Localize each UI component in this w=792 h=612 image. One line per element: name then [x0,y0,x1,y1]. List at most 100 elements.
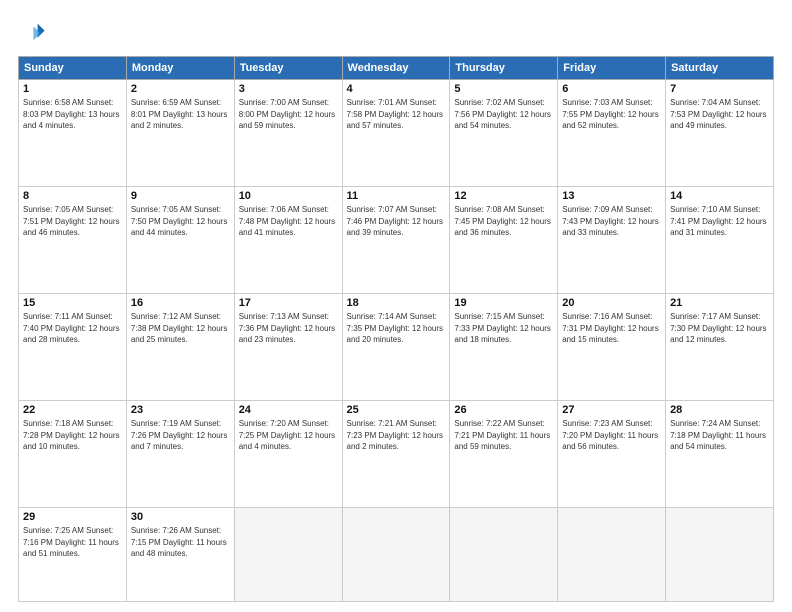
day-info: Sunrise: 7:10 AM Sunset: 7:41 PM Dayligh… [670,204,769,239]
day-info: Sunrise: 7:18 AM Sunset: 7:28 PM Dayligh… [23,418,122,453]
calendar-cell: 30 Sunrise: 7:26 AM Sunset: 7:15 PM Dayli… [126,508,234,602]
day-number: 27 [562,404,661,416]
calendar-cell: 20Sunrise: 7:16 AM Sunset: 7:31 PM Dayli… [558,294,666,401]
day-number: 28 [670,404,769,416]
day-number: 14 [670,190,769,202]
day-number: 20 [562,297,661,309]
calendar-cell: 24 Sunrise: 7:20 AM Sunset: 7:25 PM Dayli… [234,401,342,508]
calendar-header-monday: Monday [126,57,234,80]
day-number: 13 [562,190,661,202]
calendar-cell: 17 Sunrise: 7:13 AM Sunset: 7:36 PM Dayli… [234,294,342,401]
day-info: Sunrise: 7:03 AM Sunset: 7:55 PM Dayligh… [562,97,661,132]
calendar-cell [558,508,666,602]
day-number: 1 [23,83,122,95]
day-number: 10 [239,190,338,202]
day-number: 22 [23,404,122,416]
calendar-table: SundayMondayTuesdayWednesdayThursdayFrid… [18,56,774,602]
day-number: 2 [131,83,230,95]
calendar-header-sunday: Sunday [19,57,127,80]
calendar-cell: 6 Sunrise: 7:03 AM Sunset: 7:55 PM Daylig… [558,80,666,187]
calendar-cell: 27Sunrise: 7:23 AM Sunset: 7:20 PM Dayli… [558,401,666,508]
day-info: Sunrise: 7:17 AM Sunset: 7:30 PM Dayligh… [670,311,769,346]
day-info: Sunrise: 7:20 AM Sunset: 7:25 PM Dayligh… [239,418,338,453]
day-info: Sunrise: 7:02 AM Sunset: 7:56 PM Dayligh… [454,97,553,132]
day-number: 24 [239,404,338,416]
day-info: Sunrise: 7:07 AM Sunset: 7:46 PM Dayligh… [347,204,446,239]
calendar-cell: 16 Sunrise: 7:12 AM Sunset: 7:38 PM Dayli… [126,294,234,401]
day-info: Sunrise: 7:21 AM Sunset: 7:23 PM Dayligh… [347,418,446,453]
calendar-week-2: 8 Sunrise: 7:05 AM Sunset: 7:51 PM Daylig… [19,187,774,294]
logo [18,18,50,46]
day-info: Sunrise: 7:08 AM Sunset: 7:45 PM Dayligh… [454,204,553,239]
calendar-page: SundayMondayTuesdayWednesdayThursdayFrid… [0,0,792,612]
day-number: 12 [454,190,553,202]
calendar-cell: 23 Sunrise: 7:19 AM Sunset: 7:26 PM Dayli… [126,401,234,508]
calendar-cell: 11 Sunrise: 7:07 AM Sunset: 7:46 PM Dayli… [342,187,450,294]
calendar-header-wednesday: Wednesday [342,57,450,80]
calendar-cell: 12 Sunrise: 7:08 AM Sunset: 7:45 PM Dayli… [450,187,558,294]
day-number: 15 [23,297,122,309]
day-number: 6 [562,83,661,95]
day-info: Sunrise: 7:13 AM Sunset: 7:36 PM Dayligh… [239,311,338,346]
day-number: 11 [347,190,446,202]
day-info: Sunrise: 7:24 AM Sunset: 7:18 PM Dayligh… [670,418,769,453]
day-number: 29 [23,511,122,523]
day-info: Sunrise: 7:05 AM Sunset: 7:50 PM Dayligh… [131,204,230,239]
calendar-cell: 7 Sunrise: 7:04 AM Sunset: 7:53 PM Daylig… [666,80,774,187]
day-number: 25 [347,404,446,416]
calendar-cell: 5 Sunrise: 7:02 AM Sunset: 7:56 PM Daylig… [450,80,558,187]
day-number: 5 [454,83,553,95]
calendar-cell: 14 Sunrise: 7:10 AM Sunset: 7:41 PM Dayli… [666,187,774,294]
calendar-week-5: 29 Sunrise: 7:25 AM Sunset: 7:16 PM Dayli… [19,508,774,602]
day-info: Sunrise: 7:05 AM Sunset: 7:51 PM Dayligh… [23,204,122,239]
calendar-cell: 3Sunrise: 7:00 AM Sunset: 8:00 PM Daylig… [234,80,342,187]
calendar-cell: 29 Sunrise: 7:25 AM Sunset: 7:16 PM Dayli… [19,508,127,602]
day-number: 30 [131,511,230,523]
day-number: 16 [131,297,230,309]
day-number: 17 [239,297,338,309]
calendar-cell: 15 Sunrise: 7:11 AM Sunset: 7:40 PM Dayli… [19,294,127,401]
day-info: Sunrise: 7:15 AM Sunset: 7:33 PM Dayligh… [454,311,553,346]
calendar-cell: 2Sunrise: 6:59 AM Sunset: 8:01 PM Daylig… [126,80,234,187]
day-info: Sunrise: 6:58 AM Sunset: 8:03 PM Dayligh… [23,97,122,132]
day-info: Sunrise: 7:09 AM Sunset: 7:43 PM Dayligh… [562,204,661,239]
day-number: 9 [131,190,230,202]
day-number: 3 [239,83,338,95]
calendar-cell: 10Sunrise: 7:06 AM Sunset: 7:48 PM Dayli… [234,187,342,294]
calendar-week-3: 15 Sunrise: 7:11 AM Sunset: 7:40 PM Dayli… [19,294,774,401]
day-number: 7 [670,83,769,95]
day-info: Sunrise: 7:11 AM Sunset: 7:40 PM Dayligh… [23,311,122,346]
logo-icon [18,18,46,46]
day-info: Sunrise: 7:14 AM Sunset: 7:35 PM Dayligh… [347,311,446,346]
calendar-cell: 8 Sunrise: 7:05 AM Sunset: 7:51 PM Daylig… [19,187,127,294]
day-number: 8 [23,190,122,202]
calendar-header-tuesday: Tuesday [234,57,342,80]
day-info: Sunrise: 7:01 AM Sunset: 7:58 PM Dayligh… [347,97,446,132]
day-number: 4 [347,83,446,95]
calendar-cell [666,508,774,602]
calendar-cell: 28 Sunrise: 7:24 AM Sunset: 7:18 PM Dayli… [666,401,774,508]
calendar-cell [234,508,342,602]
day-info: Sunrise: 7:26 AM Sunset: 7:15 PM Dayligh… [131,525,230,560]
calendar-cell: 9 Sunrise: 7:05 AM Sunset: 7:50 PM Daylig… [126,187,234,294]
day-info: Sunrise: 7:22 AM Sunset: 7:21 PM Dayligh… [454,418,553,453]
day-info: Sunrise: 7:19 AM Sunset: 7:26 PM Dayligh… [131,418,230,453]
calendar-cell: 26 Sunrise: 7:22 AM Sunset: 7:21 PM Dayli… [450,401,558,508]
calendar-header-row: SundayMondayTuesdayWednesdayThursdayFrid… [19,57,774,80]
day-info: Sunrise: 7:12 AM Sunset: 7:38 PM Dayligh… [131,311,230,346]
calendar-cell: 4 Sunrise: 7:01 AM Sunset: 7:58 PM Daylig… [342,80,450,187]
calendar-cell [450,508,558,602]
calendar-week-4: 22 Sunrise: 7:18 AM Sunset: 7:28 PM Dayli… [19,401,774,508]
calendar-cell: 1 Sunrise: 6:58 AM Sunset: 8:03 PM Daylig… [19,80,127,187]
day-info: Sunrise: 7:04 AM Sunset: 7:53 PM Dayligh… [670,97,769,132]
calendar-header-friday: Friday [558,57,666,80]
calendar-header-thursday: Thursday [450,57,558,80]
day-info: Sunrise: 7:25 AM Sunset: 7:16 PM Dayligh… [23,525,122,560]
calendar-cell: 18Sunrise: 7:14 AM Sunset: 7:35 PM Dayli… [342,294,450,401]
calendar-cell: 13 Sunrise: 7:09 AM Sunset: 7:43 PM Dayli… [558,187,666,294]
calendar-cell [342,508,450,602]
day-number: 26 [454,404,553,416]
day-number: 23 [131,404,230,416]
calendar-header-saturday: Saturday [666,57,774,80]
calendar-cell: 19Sunrise: 7:15 AM Sunset: 7:33 PM Dayli… [450,294,558,401]
